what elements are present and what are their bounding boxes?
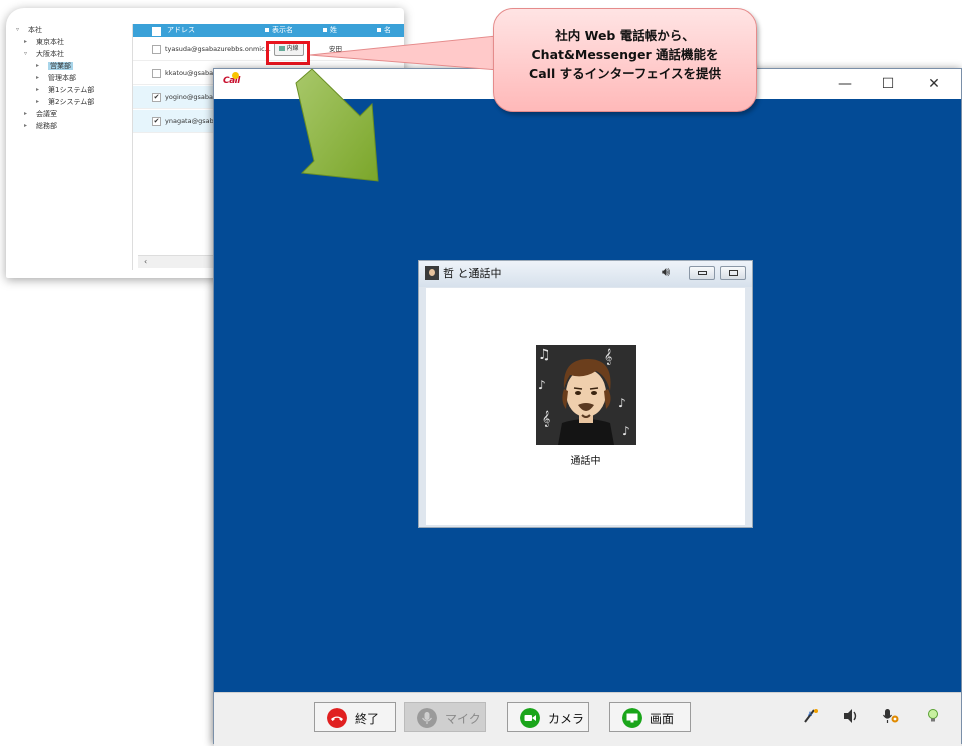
green-arrow-icon <box>295 68 379 182</box>
